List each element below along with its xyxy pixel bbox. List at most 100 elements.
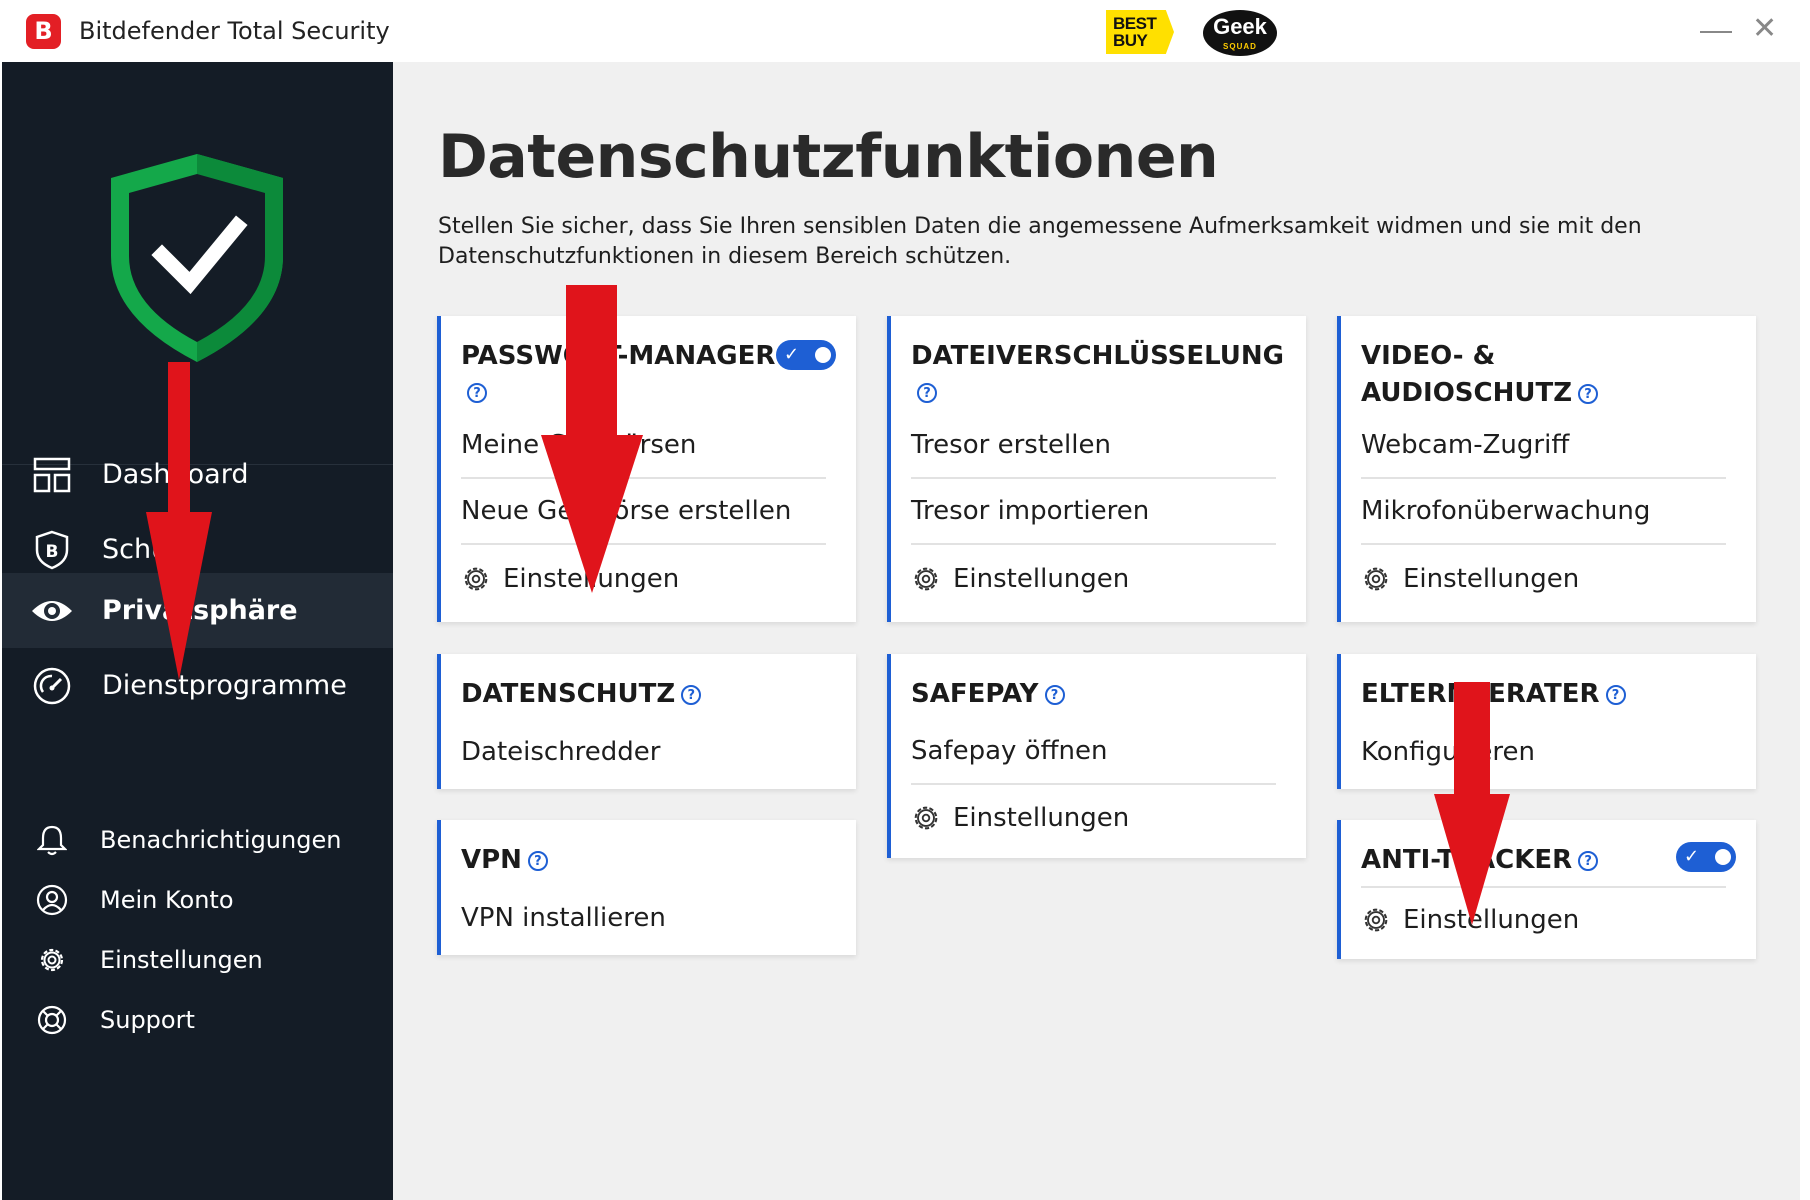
menu-item-label: Einstellungen <box>953 564 1130 594</box>
menu-item-konfigurieren[interactable]: Konfigurieren <box>1361 719 1726 785</box>
help-icon[interactable]: ? <box>917 383 937 403</box>
card-title-text: DATENSCHUTZ <box>461 679 676 709</box>
card-video-audio: VIDEO- & AUDIOSCHUTZ? Webcam-Zugriff Mik… <box>1337 316 1756 622</box>
menu-item-safepay-oeffnen[interactable]: Safepay öffnen <box>911 719 1276 785</box>
page-description: Stellen Sie sicher, dass Sie Ihren sensi… <box>438 214 1642 269</box>
card-title: ELTERNBERATER? <box>1361 676 1626 713</box>
menu-item-einstellungen[interactable]: Einstellungen <box>911 785 1276 851</box>
toggle-knob <box>1715 849 1731 865</box>
checkmark-icon: ✓ <box>1684 846 1700 867</box>
help-icon[interactable]: ? <box>527 850 548 871</box>
card-title: PASSWORT-MANAGER ? <box>461 338 775 403</box>
gear-icon <box>32 940 72 980</box>
card-title: VIDEO- & AUDIOSCHUTZ? <box>1361 338 1599 412</box>
menu-item-einstellungen[interactable]: Einstellungen <box>1361 546 1726 612</box>
menu-item-tresor-erstellen[interactable]: Tresor erstellen <box>911 413 1276 479</box>
window-title: Bitdefender Total Security <box>79 17 390 45</box>
gauge-icon <box>30 664 74 708</box>
card-title-line2: AUDIOSCHUTZ? <box>1361 375 1599 412</box>
sidebar-item-dashboard[interactable]: Dashboard <box>2 437 393 512</box>
menu-item-label: Einstellungen <box>953 803 1130 833</box>
card-title: DATENSCHUTZ? <box>461 676 702 713</box>
card-vpn: VPN? VPN installieren <box>437 820 856 955</box>
card-title-text: DATEIVERSCHLÜSSELUNG <box>911 341 1284 371</box>
help-icon[interactable]: ? <box>1578 850 1599 871</box>
sidebar-item-label: Benachrichtigungen <box>100 826 342 854</box>
status-shield-icon <box>111 154 283 362</box>
checkmark-icon: ✓ <box>784 344 800 365</box>
svg-text:B: B <box>46 542 59 562</box>
card-title-text: ANTI-TRACKER <box>1361 845 1573 875</box>
bell-icon <box>32 820 72 860</box>
menu-item-einstellungen[interactable]: Einstellungen <box>911 546 1276 612</box>
menu-item-label: Einstellungen <box>1403 905 1580 935</box>
card-title-line1: VIDEO- & <box>1361 341 1496 371</box>
geeksquad-logo-subtext: SQUAD <box>1223 42 1257 51</box>
menu-item-webcam-zugriff[interactable]: Webcam-Zugriff <box>1361 413 1726 479</box>
card-password-manager: PASSWORT-MANAGER ? ✓ Meine Geldbörsen Ne… <box>437 316 856 622</box>
card-title-text: AUDIOSCHUTZ <box>1361 378 1573 408</box>
menu-item-mikrofonueberwachung[interactable]: Mikrofonüberwachung <box>1361 479 1726 545</box>
sidebar-item-label: Schutz <box>102 534 193 565</box>
card-file-encryption: DATEIVERSCHLÜSSELUNG ? Tresor erstellen … <box>887 316 1306 622</box>
gear-icon <box>461 564 491 594</box>
geeksquad-logo-text: Geek <box>1213 14 1267 39</box>
sidebar-item-support[interactable]: Support <box>2 995 393 1045</box>
help-icon[interactable]: ? <box>1044 684 1065 705</box>
menu-item-neue-geldboerse[interactable]: Neue Geldbörse erstellen <box>461 479 826 545</box>
gear-icon <box>911 803 941 833</box>
sidebar-item-label: Dienstprogramme <box>102 670 347 701</box>
card-title: DATEIVERSCHLÜSSELUNG ? <box>911 338 1284 403</box>
shield-b-icon: B <box>30 528 74 572</box>
sidebar-item-label: Dashboard <box>102 459 249 490</box>
sidebar-item-label: Support <box>100 1006 195 1034</box>
anti-tracker-toggle[interactable]: ✓ <box>1676 842 1736 872</box>
bitdefender-logo: B <box>26 14 61 49</box>
dashboard-icon <box>30 453 74 497</box>
sidebar-item-dienstprogramme[interactable]: Dienstprogramme <box>2 648 393 723</box>
menu-item-label: Einstellungen <box>1403 564 1580 594</box>
menu-item-dateischredder[interactable]: Dateischredder <box>461 719 826 785</box>
help-icon[interactable]: ? <box>467 383 487 403</box>
gear-icon <box>911 564 941 594</box>
card-parental: ELTERNBERATER? Konfigurieren <box>1337 654 1756 789</box>
lifebuoy-icon <box>32 1000 72 1040</box>
help-icon[interactable]: ? <box>1578 383 1599 404</box>
card-title: ANTI-TRACKER? <box>1361 842 1599 879</box>
sidebar-item-mein-konto[interactable]: Mein Konto <box>2 875 393 925</box>
title-bar: B Bitdefender Total Security BEST BUY Ge… <box>0 0 1800 62</box>
menu-item-vpn-installieren[interactable]: VPN installieren <box>461 885 826 951</box>
help-icon[interactable]: ? <box>681 684 702 705</box>
menu-item-einstellungen[interactable]: Einstellungen <box>461 546 826 612</box>
sidebar-item-privatsphaere[interactable]: Privatsphäre <box>2 573 393 648</box>
menu-item-einstellungen[interactable]: Einstellungen <box>1361 886 1726 952</box>
gear-icon <box>1361 905 1391 935</box>
main-content: Datenschutzfunktionen Stellen Sie sicher… <box>393 62 1800 1200</box>
toggle-knob <box>815 347 831 363</box>
sidebar-item-einstellungen[interactable]: Einstellungen <box>2 935 393 985</box>
card-title-text: ELTERNBERATER <box>1361 679 1600 709</box>
minimize-button[interactable] <box>1700 31 1732 33</box>
sidebar: Dashboard B Schutz Privatsphäre Dienstpr… <box>2 62 393 1200</box>
card-privacy: DATENSCHUTZ? Dateischredder <box>437 654 856 789</box>
menu-item-tresor-importieren[interactable]: Tresor importieren <box>911 479 1276 545</box>
card-title-text: VPN <box>461 845 522 875</box>
sidebar-item-benachrichtigungen[interactable]: Benachrichtigungen <box>2 815 393 865</box>
menu-item-label: Einstellungen <box>503 564 680 594</box>
close-button[interactable]: ✕ <box>1752 14 1777 44</box>
menu-item-meine-geldboersen[interactable]: Meine Geldbörsen <box>461 413 826 479</box>
password-manager-toggle[interactable]: ✓ <box>776 340 836 370</box>
card-title-text: SAFEPAY <box>911 679 1039 709</box>
eye-icon <box>30 589 74 633</box>
card-title: VPN? <box>461 842 548 879</box>
card-safepay: SAFEPAY? Safepay öffnen Einstellungen <box>887 654 1306 858</box>
help-icon[interactable]: ? <box>1605 684 1626 705</box>
card-title: SAFEPAY? <box>911 676 1065 713</box>
card-anti-tracker: ANTI-TRACKER? ✓ Einstellungen <box>1337 820 1756 959</box>
user-icon <box>32 880 72 920</box>
page-title: Datenschutzfunktionen <box>438 122 1219 192</box>
sidebar-item-label: Mein Konto <box>100 886 234 914</box>
sidebar-item-label: Privatsphäre <box>102 595 298 626</box>
geeksquad-logo: Geek SQUAD <box>1203 10 1277 56</box>
bestbuy-logo: BEST BUY <box>1106 10 1174 54</box>
